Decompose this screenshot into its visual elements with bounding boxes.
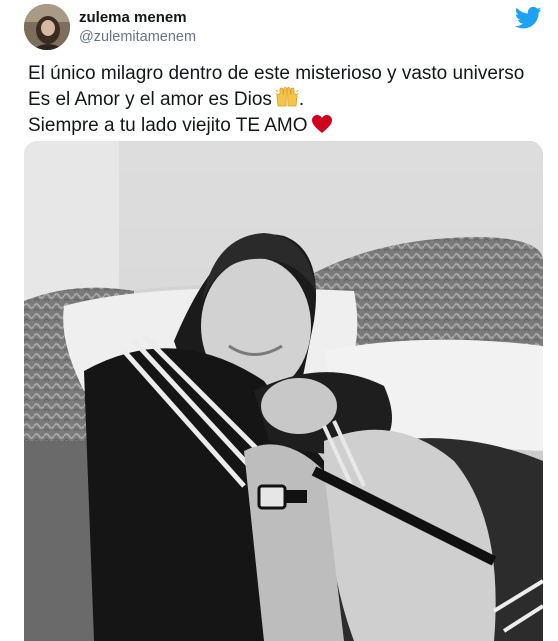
- tweet-text-line-2-period: .: [298, 88, 305, 110]
- photo-couple-embracing: [24, 141, 543, 641]
- author-display-name[interactable]: zulema menem: [79, 9, 196, 27]
- tweet-text-line-3-text: Siempre a tu lado viejito TE AMO: [28, 115, 308, 136]
- red-heart-emoji: [311, 114, 333, 141]
- tweet-text: El único milagro dentro de este misterio…: [28, 62, 543, 141]
- tweet-text-line-3: Siempre a tu lado viejito TE AMO: [28, 114, 543, 141]
- tweet-card: zulema menem @zulemitamenem El único mil…: [0, 0, 558, 641]
- tweet-header: zulema menem @zulemitamenem: [0, 0, 558, 52]
- author-handle[interactable]: @zulemitamenem: [79, 28, 196, 46]
- tweet-text-line-2-text: Es el Amor y el amor es Dios: [28, 88, 272, 110]
- raising-hands-emoji: [275, 86, 299, 115]
- tweet-text-line-2: Es el Amor y el amor es Dios .: [28, 86, 543, 115]
- tweet-text-line-1: El único milagro dentro de este misterio…: [28, 63, 525, 84]
- author-avatar[interactable]: [24, 4, 70, 50]
- tweet-media-photo[interactable]: [24, 141, 543, 641]
- twitter-bird-icon[interactable]: [514, 6, 542, 30]
- author-names: zulema menem @zulemitamenem: [79, 9, 196, 46]
